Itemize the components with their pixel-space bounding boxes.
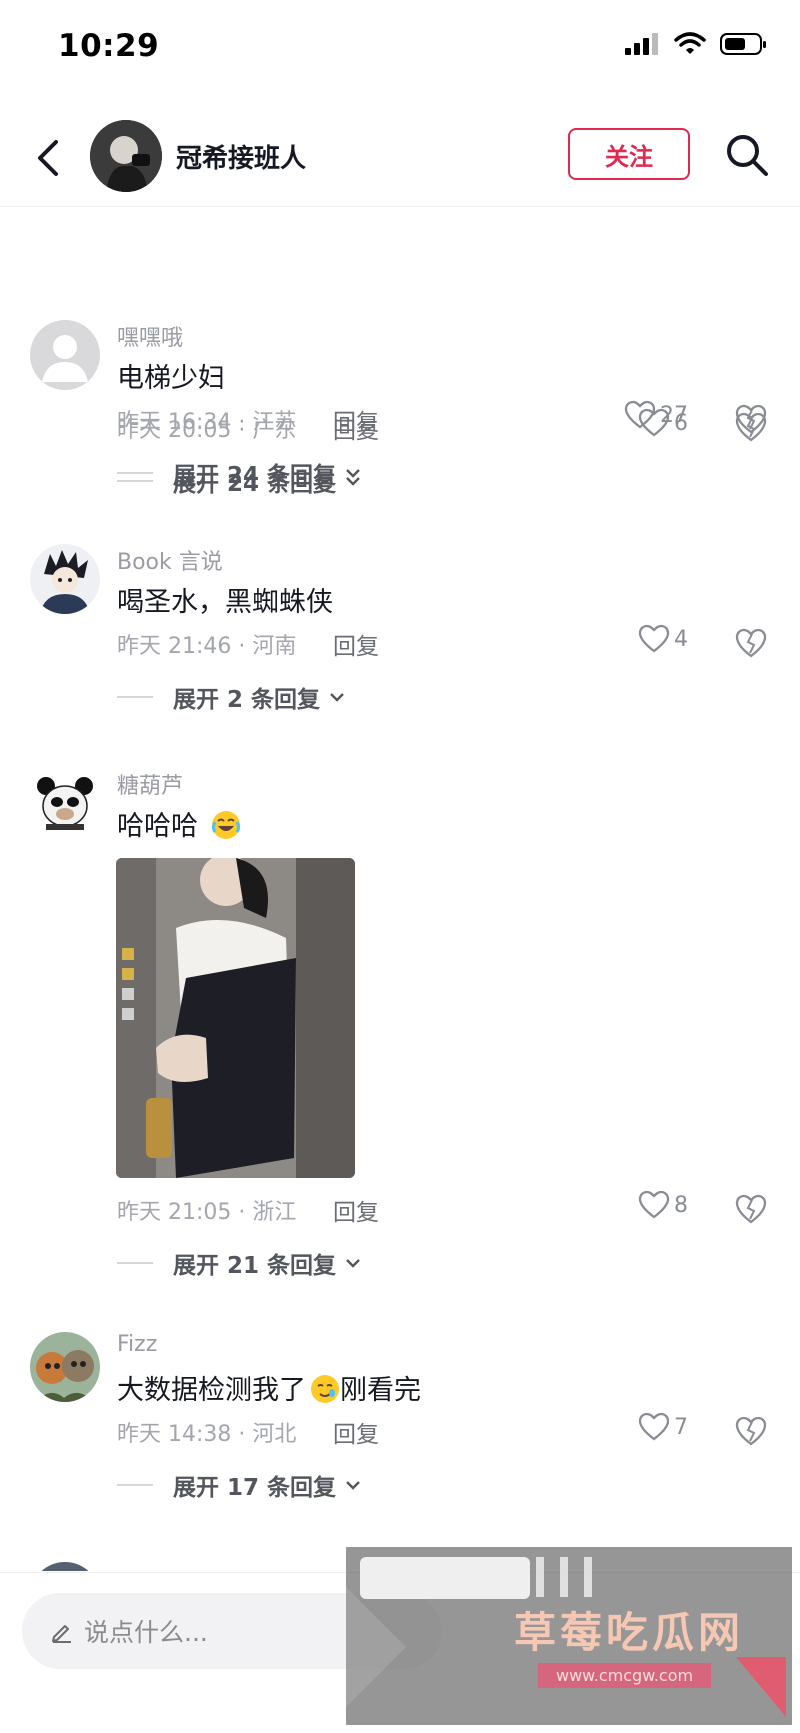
status-time: 10:29 <box>58 28 160 64</box>
wifi-icon <box>674 32 706 54</box>
chevron-down-icon <box>346 1481 360 1490</box>
dislike-icon[interactable] <box>734 1192 768 1226</box>
commenter-name[interactable]: 嘿嘿哦 <box>117 320 183 352</box>
expand-replies[interactable]: 展开 21 条回复 <box>117 1246 364 1280</box>
reply-button[interactable]: 回复 <box>333 403 379 437</box>
expand-divider <box>117 472 153 474</box>
commenter-name[interactable]: Book 言说 <box>117 544 223 576</box>
status-icons <box>624 32 768 56</box>
crying-smile-emoji-icon <box>310 1374 340 1404</box>
expand-replies[interactable]: 展开 17 条回复 <box>117 1468 364 1502</box>
dislike-icon[interactable] <box>734 402 768 436</box>
panda-meme-avatar-image <box>30 768 100 838</box>
heart-icon <box>624 400 656 429</box>
battery-icon <box>720 33 766 55</box>
reply-button[interactable]: 回复 <box>333 627 379 661</box>
follow-button[interactable]: 关注 <box>568 128 690 180</box>
like-button[interactable]: 8 <box>638 1190 688 1220</box>
expand-divider <box>117 1262 153 1264</box>
status-bar: 10:29 <box>0 0 800 100</box>
comment-meta: 昨天 16:34 · 江苏 <box>117 410 297 435</box>
commenter-avatar[interactable] <box>30 320 100 390</box>
comment-text-body: 哈哈哈 <box>117 811 198 842</box>
profile-header: 冠希接班人 关注 <box>0 110 800 207</box>
dislike-icon[interactable] <box>734 1414 768 1448</box>
commenter-name[interactable]: 糖葫芦 <box>117 768 183 800</box>
like-button[interactable]: 27 <box>624 400 688 430</box>
expand-label: 展开 2 条回复 <box>173 687 321 713</box>
expand-label: 展开 17 条回复 <box>173 1475 337 1501</box>
heart-icon <box>638 624 670 653</box>
expand-divider <box>117 1484 153 1486</box>
watermark-title: 草莓吃瓜网 <box>514 1608 745 1657</box>
comment-text: 哈哈哈 <box>117 804 241 843</box>
like-button[interactable]: 4 <box>638 624 688 654</box>
comment-text: 喝圣水，黑蜘蛛侠 <box>117 587 333 618</box>
commenter-name[interactable]: Fizz <box>117 1332 157 1357</box>
elevator-photo-image <box>116 858 355 1178</box>
comment-meta: 昨天 21:05 · 浙江 <box>117 1200 297 1225</box>
like-count: 8 <box>674 1192 688 1218</box>
like-button[interactable]: 7 <box>638 1412 688 1442</box>
comment-text: 电梯少妇 <box>117 363 225 394</box>
chevron-down-icon <box>330 693 344 702</box>
comment-list[interactable]: 昨天 20:05 · 广东 回复 6 展开 24 条回复 嘿嘿哦 电梯少妇 昨天… <box>0 206 800 1571</box>
like-count: 7 <box>674 1414 688 1440</box>
author-name: 冠希接班人 <box>176 144 307 174</box>
heart-icon <box>638 1190 670 1219</box>
commenter-avatar[interactable] <box>30 768 100 838</box>
expand-label: 展开 24 条回复 <box>173 463 337 489</box>
watermark-url: www.cmcgw.com <box>538 1663 712 1688</box>
comment-text-part-b: 刚看完 <box>340 1375 421 1406</box>
author-avatar-image <box>90 120 162 192</box>
author-avatar[interactable] <box>90 120 162 192</box>
chevron-down-icon <box>346 469 360 478</box>
dislike-icon[interactable] <box>734 626 768 660</box>
heart-icon <box>638 1412 670 1441</box>
chevron-down-icon <box>346 1259 360 1268</box>
laughing-crying-emoji-icon <box>211 810 241 840</box>
like-count: 4 <box>674 626 688 652</box>
comment-input-placeholder: 说点什么... <box>84 1618 208 1647</box>
expand-divider <box>117 696 153 698</box>
watermark-overlay: 草莓吃瓜网 www.cmcgw.com <box>346 1547 792 1725</box>
commenter-avatar[interactable] <box>30 1562 100 1571</box>
signal-icon <box>625 33 658 55</box>
commenter-avatar[interactable] <box>30 1332 100 1402</box>
pencil-icon <box>52 1625 71 1643</box>
back-arrow-icon[interactable] <box>30 136 70 180</box>
expand-replies[interactable]: 展开 24 条回复 <box>117 456 364 490</box>
reply-button[interactable]: 回复 <box>333 1193 379 1227</box>
comment-text-part-a: 大数据检测我了 <box>117 1375 306 1406</box>
default-avatar-icon <box>30 320 100 390</box>
comment-text: 大数据检测我了 刚看完 <box>117 1368 421 1407</box>
comment-photo[interactable] <box>116 858 355 1178</box>
expand-label: 展开 21 条回复 <box>173 1253 337 1279</box>
comment-meta: 昨天 21:46 · 河南 <box>117 634 297 659</box>
commenter-avatar[interactable] <box>30 544 100 614</box>
search-icon[interactable] <box>724 132 770 178</box>
expand-replies[interactable]: 展开 2 条回复 <box>117 680 348 714</box>
reply-button[interactable]: 回复 <box>333 1415 379 1449</box>
comment-meta: 昨天 14:38 · 河北 <box>117 1422 297 1447</box>
anime-avatar-image <box>30 544 100 614</box>
cartoon-animals-avatar-image <box>30 1332 100 1402</box>
like-count: 27 <box>660 402 688 428</box>
